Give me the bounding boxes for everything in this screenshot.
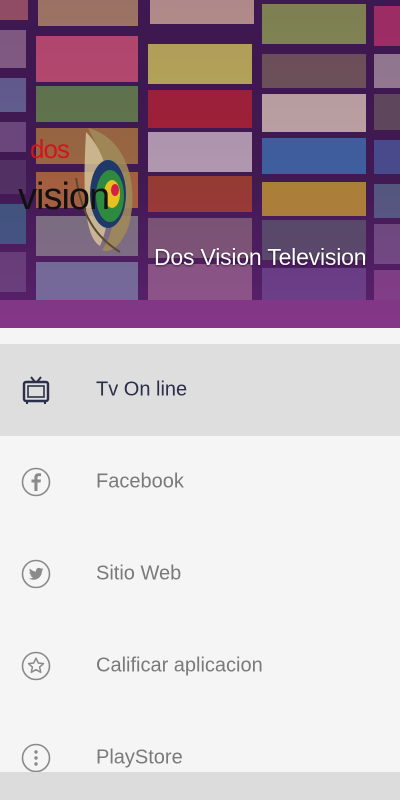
menu-label-sitio-web: Sitio Web <box>96 562 182 585</box>
menu-label-playstore: PlayStore <box>96 746 183 769</box>
header-banner: dos vision Dos Vision Television <box>0 0 400 328</box>
menu-label-tv-online: Tv On line <box>96 378 188 401</box>
bottom-bar <box>0 772 400 800</box>
menu-item-calificar-aplicacion[interactable]: Calificar aplicacion <box>0 620 400 712</box>
menu-label-calificar-aplicacion: Calificar aplicacion <box>96 654 263 677</box>
twitter-icon <box>21 559 51 589</box>
more-vertical-icon <box>21 743 51 773</box>
channel-title: Dos Vision Television <box>154 244 367 270</box>
navigation-menu: Tv On line Facebook Sitio Web Calificar … <box>0 344 400 800</box>
logo-text-vision: vision <box>18 176 110 218</box>
menu-label-facebook: Facebook <box>96 470 184 493</box>
logo-text-dos: dos <box>30 134 70 164</box>
facebook-icon <box>21 467 51 497</box>
tv-icon <box>22 376 50 404</box>
menu-item-facebook[interactable]: Facebook <box>0 436 400 528</box>
menu-item-tv-online[interactable]: Tv On line <box>0 344 400 436</box>
app-screen: dos vision Dos Vision Television Tv On l… <box>0 0 400 800</box>
star-icon <box>21 651 51 681</box>
menu-item-sitio-web[interactable]: Sitio Web <box>0 528 400 620</box>
